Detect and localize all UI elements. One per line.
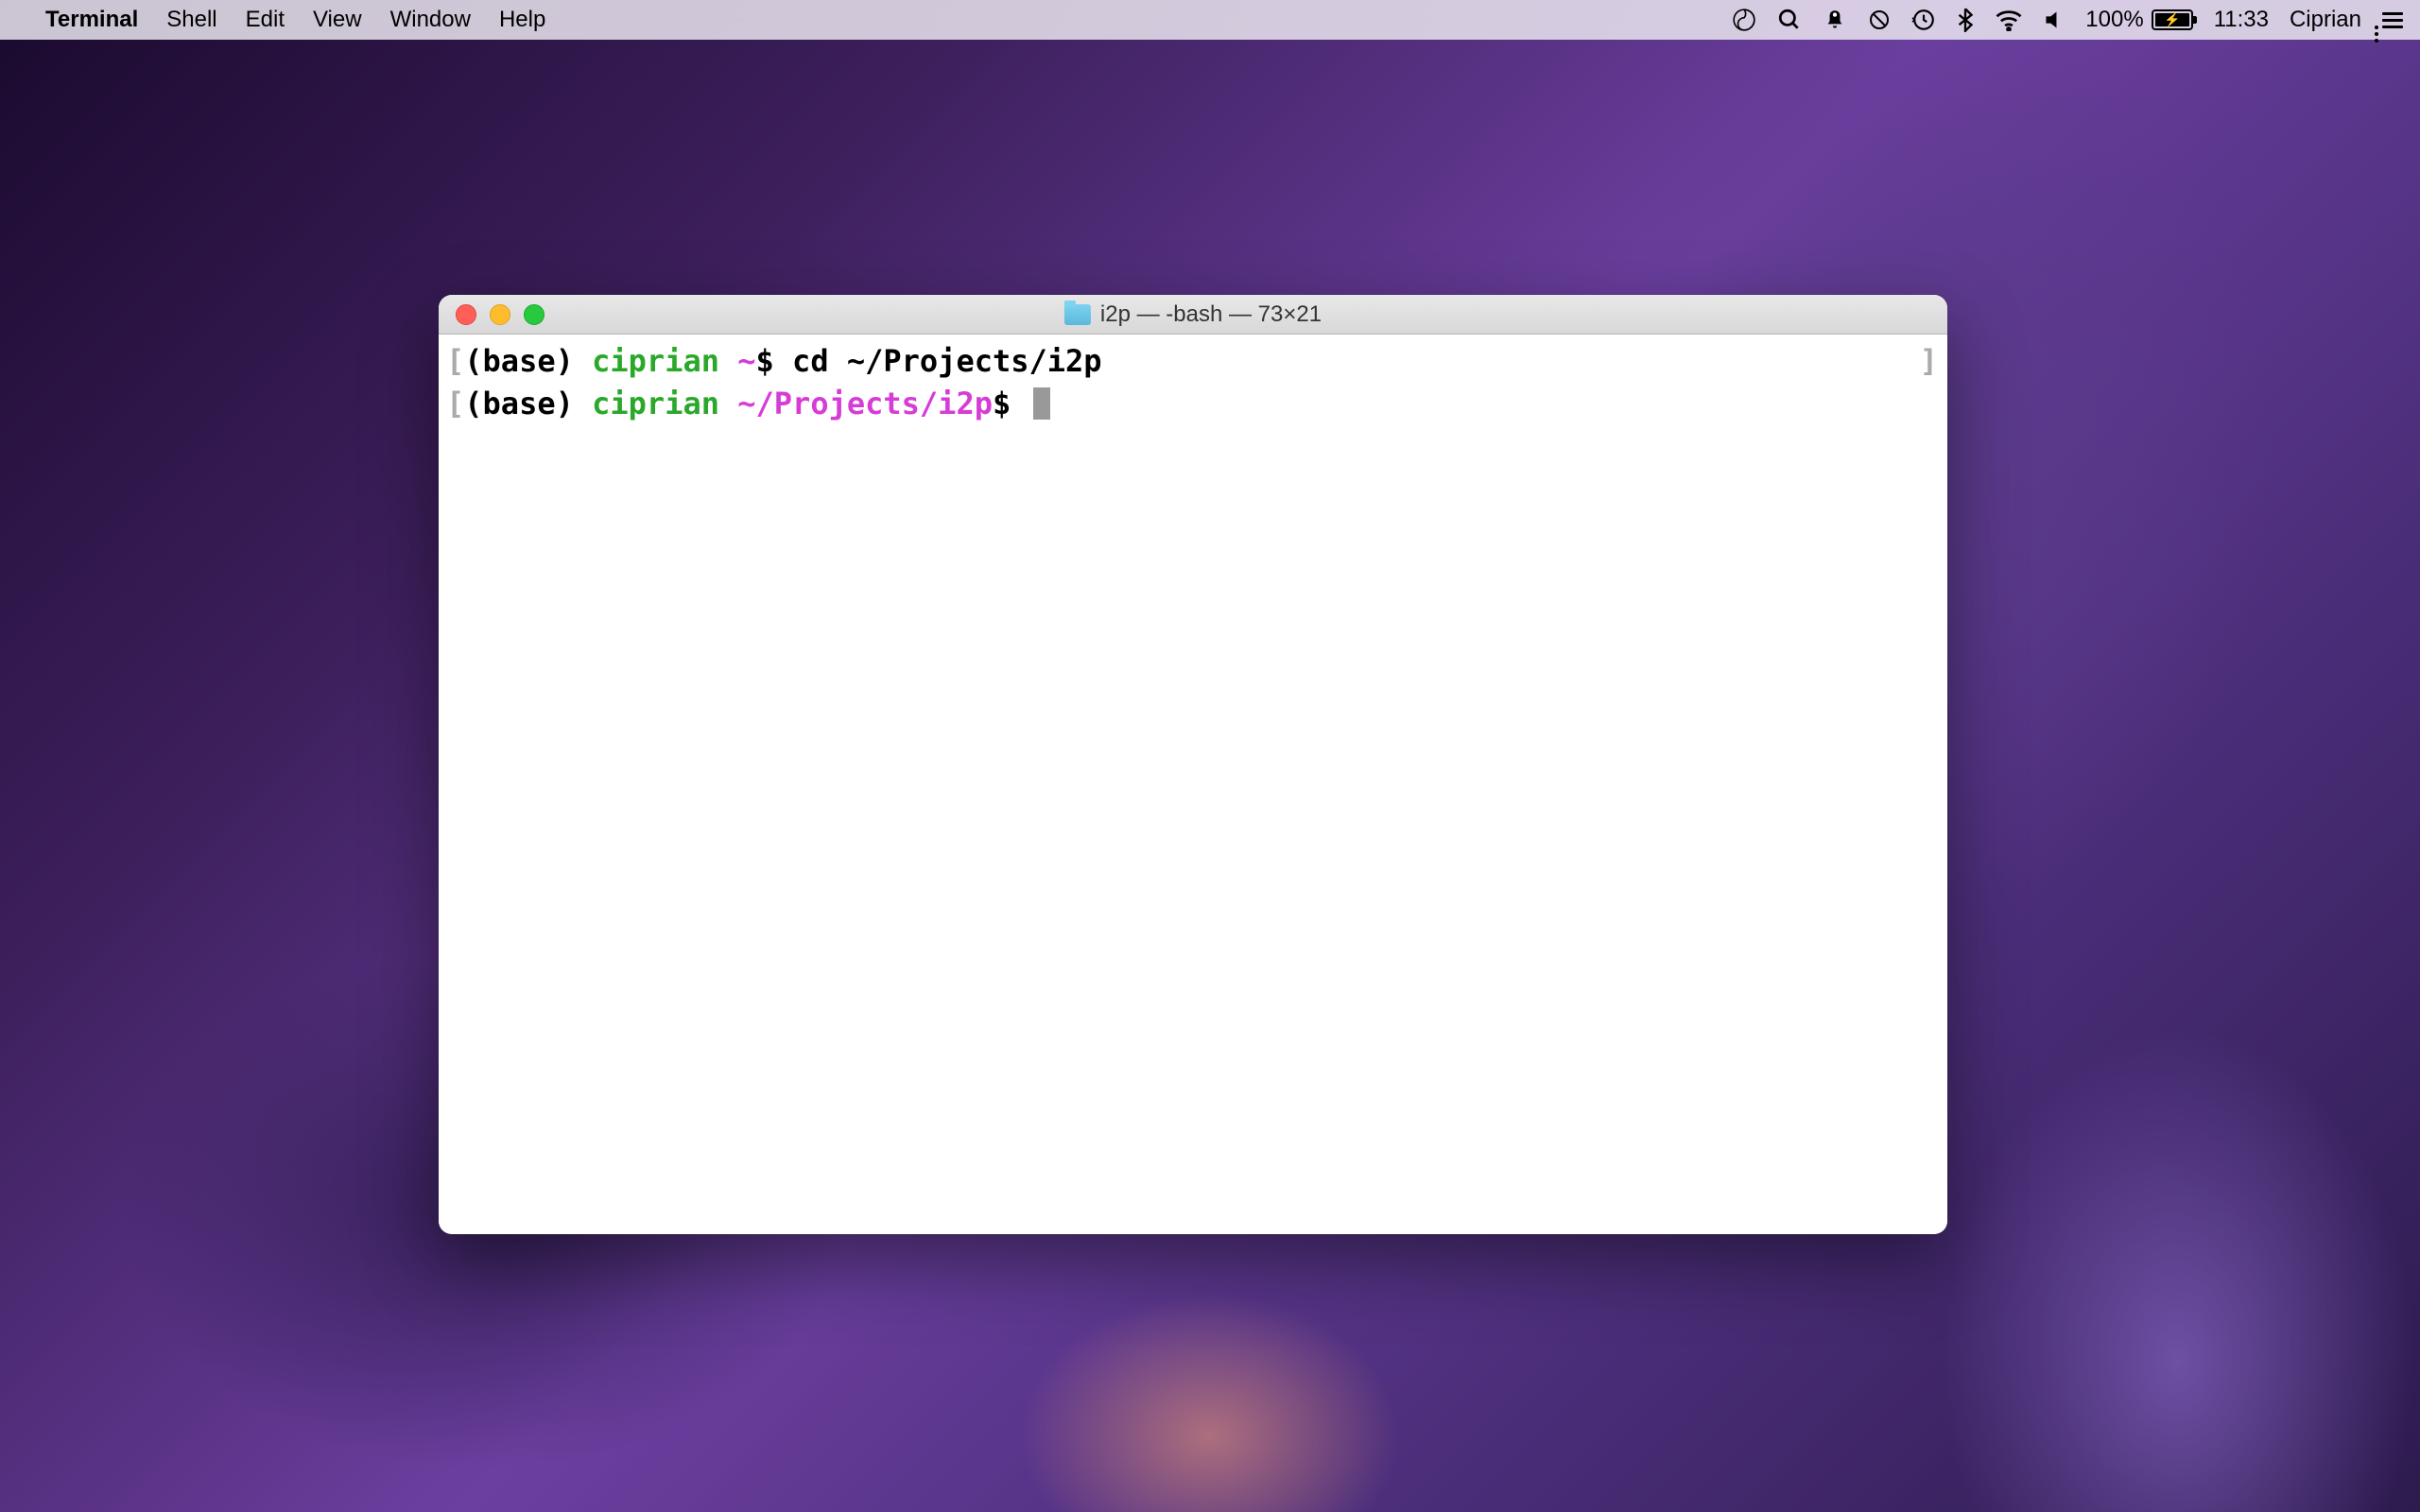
battery-status[interactable]: 100% ⚡ [2085,7,2192,33]
menubar: Terminal Shell Edit View Window Help [0,0,2420,40]
do-not-disturb-icon[interactable] [1868,9,1891,31]
terminal-window[interactable]: i2p — -bash — 73×21 ] [(base) ciprian ~$… [439,295,1947,1234]
window-maximize-button[interactable] [524,304,544,325]
third-party-menu-icon[interactable] [1732,8,1756,32]
menu-help[interactable]: Help [499,7,545,33]
bluetooth-icon[interactable] [1957,8,1974,32]
volume-icon[interactable] [2044,9,2065,31]
time-machine-icon[interactable] [1911,8,1936,32]
folder-icon [1064,304,1091,325]
notification-center-icon[interactable] [2382,12,2403,28]
terminal-line-2: [(base) ciprian ~/Projects/i2p$ [446,383,1940,425]
battery-icon: ⚡ [2152,9,2193,30]
app-menu[interactable]: Terminal [45,7,138,33]
terminal-right-bracket: ] [1920,340,1938,383]
terminal-content[interactable]: ] [(base) ciprian ~$ cd ~/Projects/i2p [… [439,335,1947,1234]
window-title-text: i2p — -bash — 73×21 [1100,301,1322,328]
menu-window[interactable]: Window [390,7,471,33]
window-minimize-button[interactable] [490,304,510,325]
menu-shell[interactable]: Shell [166,7,216,33]
menu-view[interactable]: View [313,7,362,33]
menubar-username[interactable]: Ciprian [2290,7,2361,33]
window-titlebar[interactable]: i2p — -bash — 73×21 [439,295,1947,335]
window-title: i2p — -bash — 73×21 [1064,301,1322,328]
menu-edit[interactable]: Edit [246,7,285,33]
app-status-icon[interactable] [1823,8,1847,32]
window-close-button[interactable] [456,304,476,325]
wifi-icon[interactable] [1995,9,2023,31]
battery-percent: 100% [2085,7,2143,33]
terminal-line-1: [(base) ciprian ~$ cd ~/Projects/i2p [446,340,1940,383]
menubar-clock[interactable]: 11:33 [2214,7,2269,33]
terminal-cursor [1033,387,1050,420]
spotlight-icon[interactable] [1777,8,1802,32]
